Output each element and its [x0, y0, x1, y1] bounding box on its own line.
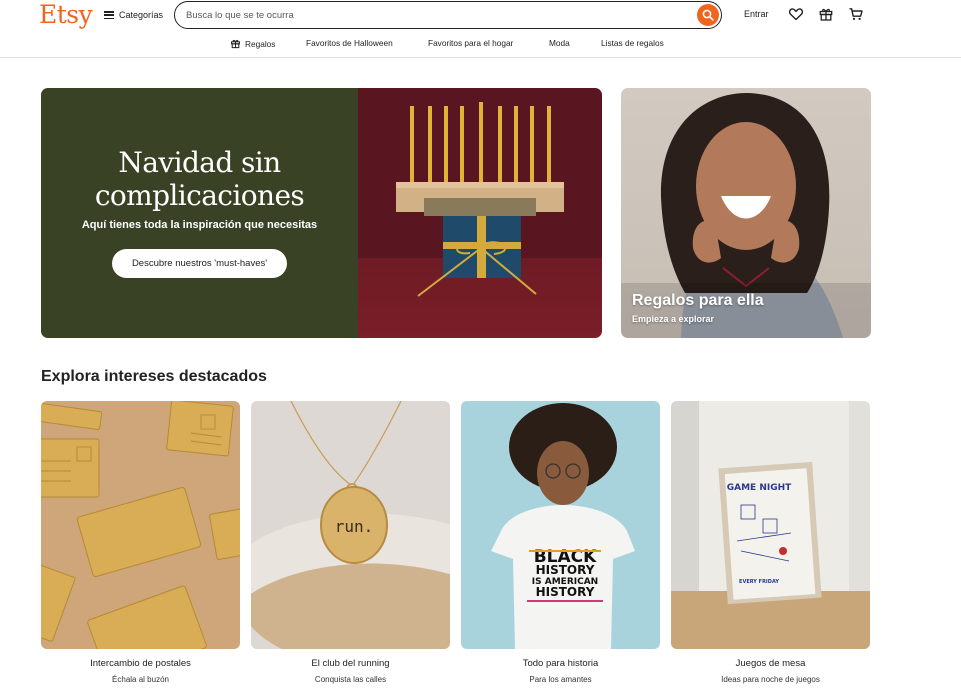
gift-icon[interactable] [818, 6, 834, 22]
search-input[interactable] [186, 7, 686, 23]
menorah-gift-illustration [396, 102, 564, 297]
interest-card-running[interactable]: run. El club del running Conquista las c… [251, 401, 450, 698]
cart-icon[interactable] [848, 6, 864, 22]
poster-title: GAME NIGHT [727, 483, 792, 493]
etsy-logo[interactable]: Etsy [39, 0, 93, 29]
promo-subtitle: Empieza a explorar [632, 314, 715, 324]
card-image: GAME NIGHT EVERY FRIDAY [671, 401, 870, 649]
hero-text-panel: Navidad sin complicaciones Aquí tienes t… [41, 88, 358, 338]
heart-icon[interactable] [788, 6, 804, 22]
menu-icon [104, 11, 114, 19]
history-tshirt-illustration: BLACK HISTORY IS AMERICAN HISTORY [491, 403, 635, 649]
section-title: Explora intereses destacados [41, 368, 267, 385]
interest-card-juegos[interactable]: GAME NIGHT EVERY FRIDAY Juegos de mesa I… [671, 401, 870, 698]
shirt-text-line: HISTORY [536, 585, 595, 599]
nav-item-moda[interactable]: Moda [549, 38, 570, 48]
interest-card-historia[interactable]: BLACK HISTORY IS AMERICAN HISTORY Todo p… [461, 401, 660, 698]
nav-label: Favoritos para el hogar [428, 38, 514, 48]
promo-regalos-para-ella[interactable]: Regalos para ella Empieza a explorar [621, 88, 871, 338]
card-title: El club del running [311, 658, 390, 669]
search-button[interactable] [697, 3, 719, 26]
pendant-text: run. [335, 517, 374, 536]
card-title: Intercambio de postales [90, 658, 191, 669]
search-bar [174, 1, 722, 29]
card-image: run. [251, 401, 450, 649]
card-subtitle: Ideas para noche de juegos [721, 675, 820, 684]
card-subtitle: Para los amantes [529, 675, 592, 684]
gold-postcard-charms-illustration [41, 401, 240, 649]
run-pendant-illustration: run. [251, 401, 450, 649]
card-image [41, 401, 240, 649]
shirt-text-line: HISTORY [536, 563, 595, 577]
promo-title: Regalos para ella [632, 292, 764, 309]
site-header: Etsy Categorías Entrar [0, 0, 961, 58]
card-subtitle: Conquista las calles [314, 675, 387, 684]
nav-item-listas[interactable]: Listas de regalos [601, 38, 664, 48]
nav-label: Regalos [245, 38, 276, 49]
category-nav: Regalos Favoritos de Halloween Favoritos… [0, 38, 961, 50]
nav-item-hogar[interactable]: Favoritos para el hogar [428, 38, 513, 48]
categories-label: Categorías [119, 10, 164, 20]
nav-item-halloween[interactable]: Favoritos de Halloween [306, 38, 393, 48]
hero-subtitle: Aquí tienes toda la inspiración que nece… [81, 219, 318, 231]
card-title: Todo para historia [522, 658, 599, 669]
hero-title: Navidad sin complicaciones [94, 146, 305, 212]
game-night-poster-illustration: GAME NIGHT EVERY FRIDAY [671, 401, 870, 649]
signin-link[interactable]: Entrar [744, 9, 769, 19]
nav-label: Listas de regalos [601, 38, 664, 48]
card-title: Juegos de mesa [735, 658, 806, 669]
hero-cta-button[interactable]: Descubre nuestros 'must-haves' [112, 249, 287, 278]
card-subtitle: Échala al buzón [112, 675, 169, 684]
hero-image [358, 88, 602, 338]
nav-label: Moda [549, 38, 570, 48]
poster-footer: EVERY FRIDAY [739, 579, 779, 585]
categories-button[interactable]: Categorías [104, 8, 163, 22]
nav-item-regalos[interactable]: Regalos [230, 38, 275, 49]
card-image: BLACK HISTORY IS AMERICAN HISTORY [461, 401, 660, 649]
gift-icon [231, 39, 240, 49]
hero-banner[interactable]: Navidad sin complicaciones Aquí tienes t… [41, 88, 602, 338]
interest-card-postales[interactable]: Intercambio de postales Échala al buzón [41, 401, 240, 698]
search-icon [702, 9, 714, 21]
nav-label: Favoritos de Halloween [306, 38, 393, 48]
